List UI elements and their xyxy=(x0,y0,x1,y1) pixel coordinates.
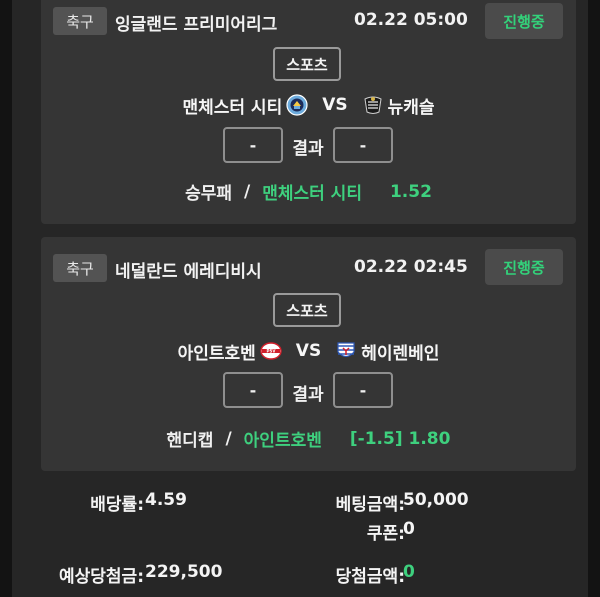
status-badge: 진행중 xyxy=(485,249,563,285)
heerenveen-crest-icon xyxy=(335,340,357,362)
bet-category-button[interactable]: 스포츠 xyxy=(273,47,341,81)
separator: / xyxy=(243,181,251,202)
sport-badge: 축구 xyxy=(53,7,107,35)
result-label: 결과 xyxy=(292,139,324,159)
bet-amount-label: 베팅금액: xyxy=(335,495,405,515)
result-label: 결과 xyxy=(292,385,324,405)
versus-label: VS xyxy=(322,95,348,115)
home-team-name: 아인트호벤 xyxy=(177,343,256,364)
match-card: 축구 잉글랜드 프리미어리그 02.22 05:00 진행중 스포츠 맨체스터 … xyxy=(41,0,576,224)
sport-badge: 축구 xyxy=(53,254,107,282)
odds-rate-value: 4.59 xyxy=(145,490,187,510)
match-card: 축구 네덜란드 에레디비시 02.22 02:45 진행중 스포츠 아인트호벤 … xyxy=(41,237,576,471)
away-score-box: - xyxy=(333,372,393,408)
bet-slip-panel: 축구 잉글랜드 프리미어리그 02.22 05:00 진행중 스포츠 맨체스터 … xyxy=(12,0,588,597)
bet-amount-value: 50,000 xyxy=(403,490,469,510)
status-badge: 진행중 xyxy=(485,3,563,39)
match-datetime: 02.22 05:00 xyxy=(354,10,468,30)
coupon-label: 쿠폰: xyxy=(366,524,405,544)
teams-row: 아인트호벤 PSV VS 헤이렌베인 xyxy=(41,339,576,364)
odds-value: [-1.5] 1.80 xyxy=(349,428,451,449)
home-score-box: - xyxy=(223,372,283,408)
win-amount-value: 0 xyxy=(403,562,415,582)
bet-pick-line: 승무패 / 맨체스터 시티 1.52 xyxy=(41,179,576,205)
picked-selection: 아인트호벤 xyxy=(243,431,322,451)
home-score-box: - xyxy=(223,127,283,163)
bet-category-button[interactable]: 스포츠 xyxy=(273,293,341,327)
psv-crest-icon: PSV xyxy=(260,340,282,362)
odds-rate-label: 배당률: xyxy=(90,495,144,515)
bet-pick-line: 핸디캡 / 아인트호벤 [-1.5] 1.80 xyxy=(41,426,576,452)
away-team-name: 뉴캐슬 xyxy=(387,97,435,118)
svg-text:PSV: PSV xyxy=(266,349,276,354)
match-datetime: 02.22 02:45 xyxy=(354,257,468,277)
versus-label: VS xyxy=(295,341,322,361)
expected-win-value: 229,500 xyxy=(145,562,223,582)
home-team-name: 맨체스터 시티 xyxy=(182,97,283,118)
away-team-name: 헤이렌베인 xyxy=(361,343,440,364)
man-city-crest-icon xyxy=(286,94,308,116)
coupon-value: 0 xyxy=(403,519,415,539)
teams-row: 맨체스터 시티 VS 뉴캐슬 xyxy=(41,93,576,118)
picked-selection: 맨체스터 시티 xyxy=(262,184,362,204)
win-amount-label: 당첨금액: xyxy=(335,567,405,587)
odds-value: 1.52 xyxy=(389,181,432,202)
league-name: 네덜란드 에레디비시 xyxy=(115,262,262,282)
bet-type: 핸디캡 xyxy=(166,431,214,451)
bet-type: 승무패 xyxy=(185,184,232,204)
newcastle-crest-icon xyxy=(362,94,384,116)
league-name: 잉글랜드 프리미어리그 xyxy=(115,15,278,35)
separator: / xyxy=(225,428,232,449)
expected-win-label: 예상당첨금: xyxy=(59,567,144,587)
away-score-box: - xyxy=(333,127,393,163)
